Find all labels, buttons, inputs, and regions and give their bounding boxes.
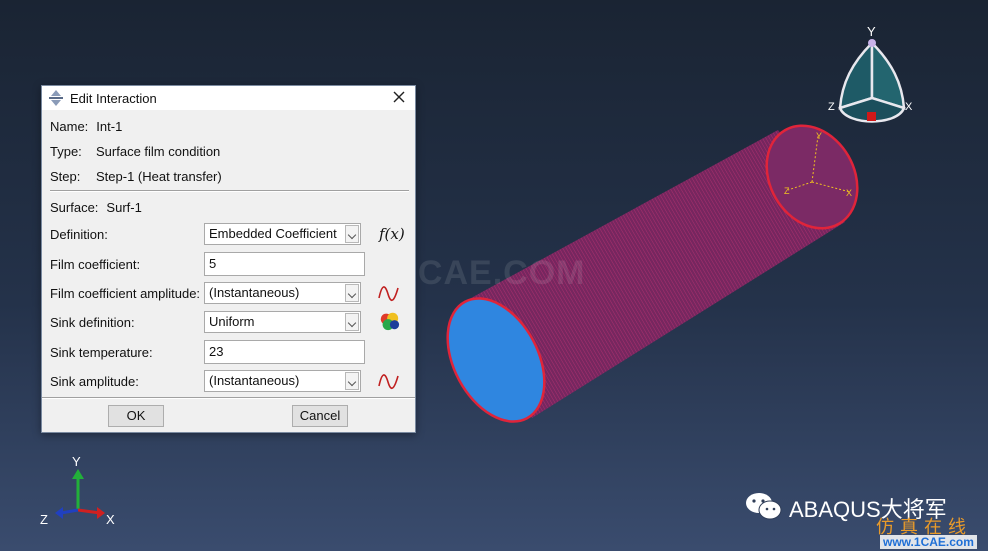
sink-definition-select[interactable]: Uniform [204,311,361,333]
step-value: Step-1 (Heat transfer) [96,169,222,184]
triad-z-label: Z [40,512,48,527]
sink-amplitude-select[interactable]: (Instantaneous) [204,370,361,392]
step-label: Step: [50,169,81,184]
type-row: Type: Surface film condition [50,144,220,159]
type-label: Type: [50,144,82,159]
film-amplitude-label: Film coefficient amplitude: [50,286,201,301]
triad-x-label: X [106,512,115,527]
ok-button[interactable]: OK [108,405,164,427]
surface-value: Surf-1 [106,200,142,215]
function-icon[interactable]: f(x) [379,223,405,245]
abaqus-app-icon [49,90,63,106]
sink-definition-label: Sink definition: [50,315,135,330]
divider [50,190,409,192]
film-amplitude-select[interactable]: (Instantaneous) [204,282,361,304]
name-value: Int-1 [96,119,123,134]
surface-label: Surface: [50,200,99,215]
film-coefficient-input[interactable]: 5 [204,252,365,276]
chevron-down-icon[interactable] [345,225,359,243]
dialog-titlebar[interactable]: Edit Interaction [42,86,415,110]
triad-y-label: Y [72,454,81,469]
view-cube-z-label: Z [828,101,835,113]
svg-text:X: X [846,188,852,198]
dialog-title: Edit Interaction [70,90,157,106]
site-url: www.1CAE.com [880,535,977,549]
sink-definition-value: Uniform [209,314,255,329]
amplitude-icon[interactable] [376,282,402,304]
chevron-down-icon[interactable] [345,313,359,331]
chevron-down-icon[interactable] [345,284,359,302]
surface-row: Surface: Surf-1 [50,200,142,215]
amplitude-icon[interactable] [376,370,402,392]
chevron-down-icon[interactable] [345,372,359,390]
cancel-button[interactable]: Cancel [292,405,348,427]
view-cube-icon[interactable] [822,28,922,138]
sink-amplitude-value: (Instantaneous) [209,373,300,388]
watermark: 1CAE.COM [398,254,586,292]
view-cube-y-label: Y [867,24,876,39]
name-label: Name: [50,119,89,134]
sink-temperature-label: Sink temperature: [50,345,153,360]
edit-interaction-dialog: Edit Interaction Name: Int-1 Type: Surface… [41,85,416,433]
sink-amplitude-label: Sink amplitude: [50,374,139,389]
svg-text:Z: Z [784,186,790,196]
footer-divider [42,397,415,399]
step-row: Step: Step-1 (Heat transfer) [50,169,222,184]
definition-label: Definition: [50,227,108,242]
close-icon[interactable] [391,89,407,105]
name-row: Name: Int-1 [50,119,122,134]
view-cube-x-label: X [905,101,913,113]
film-amplitude-value: (Instantaneous) [209,285,300,300]
definition-value: Embedded Coefficient [209,226,337,241]
type-value: Surface film condition [96,144,221,159]
wechat-icon [746,493,782,520]
sink-temperature-input[interactable]: 23 [204,340,365,364]
film-coefficient-label: Film coefficient: [50,257,141,272]
definition-select[interactable]: Embedded Coefficient [204,223,361,245]
analytical-field-icon[interactable] [376,310,402,332]
